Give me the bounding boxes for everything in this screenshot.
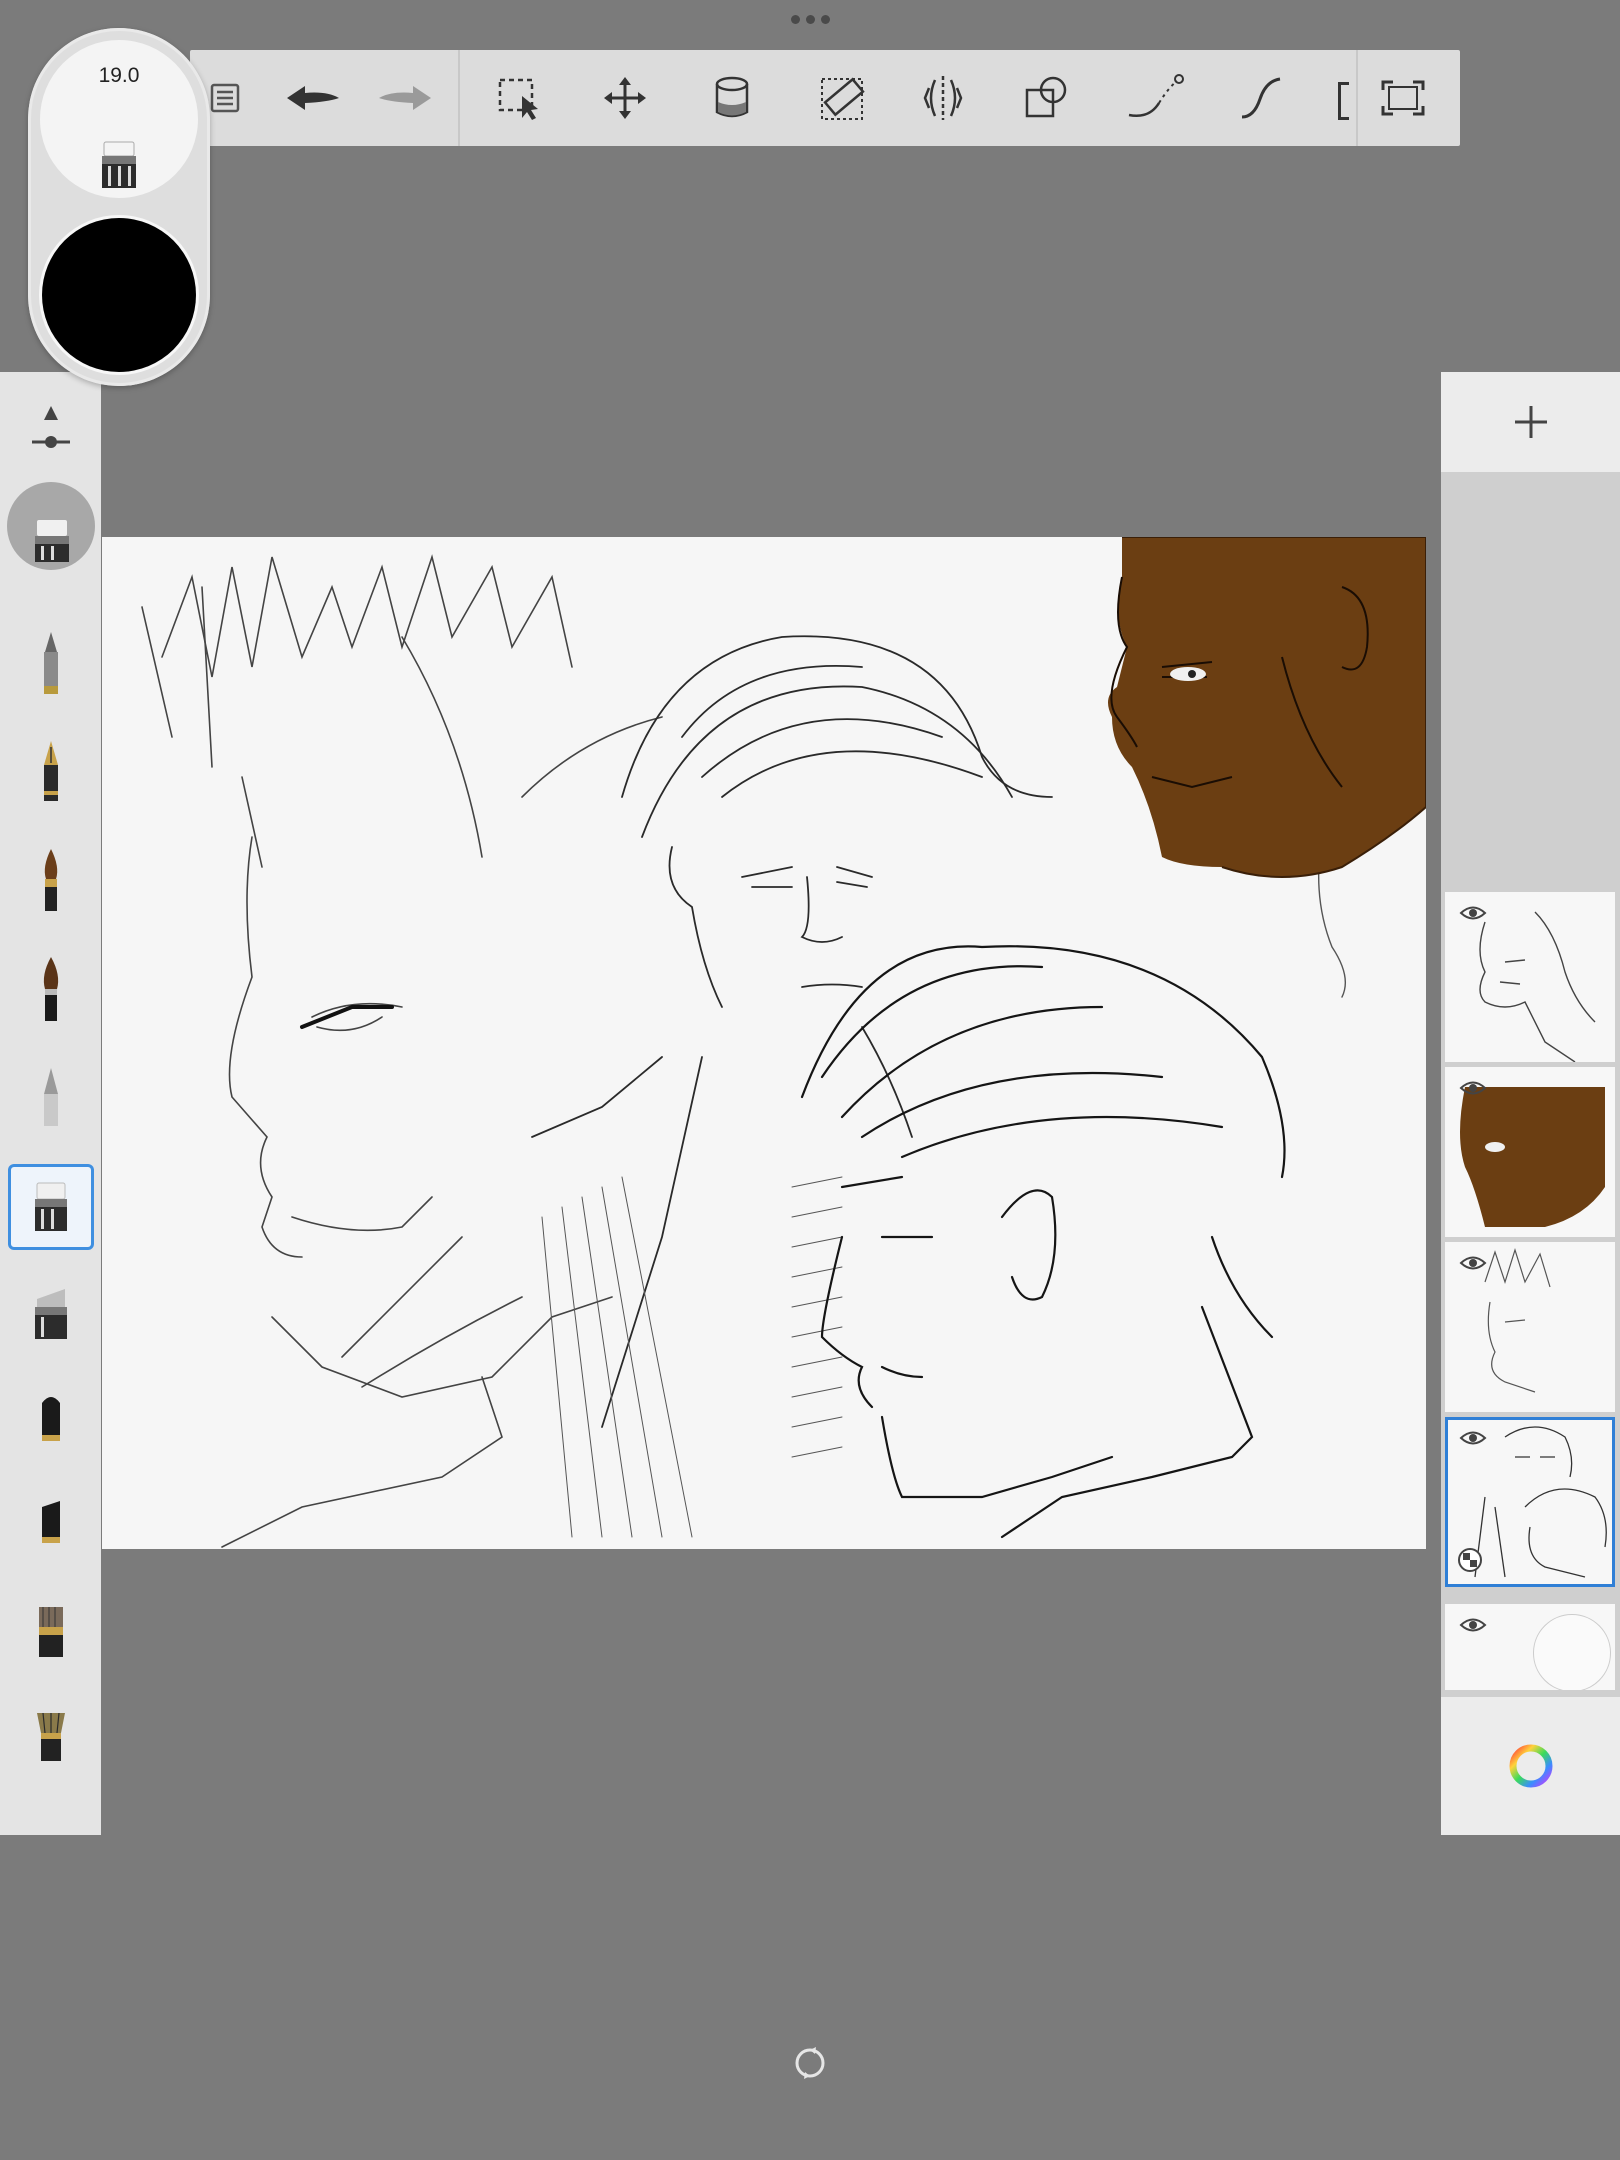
eye-icon[interactable]	[1459, 1616, 1487, 1639]
main-toolbar	[190, 50, 1460, 146]
brush-size-value: 19.0	[98, 64, 140, 87]
ruler-icon[interactable]	[808, 60, 878, 136]
transform-icon[interactable]	[590, 60, 660, 136]
marker-brush[interactable]	[8, 1272, 94, 1358]
steady-stroke-icon[interactable]	[1226, 60, 1296, 136]
flat-brush[interactable]	[8, 1590, 94, 1676]
fan-brush[interactable]	[8, 1694, 94, 1780]
chisel-marker-brush[interactable]	[8, 1484, 94, 1570]
fill-icon[interactable]	[697, 60, 767, 136]
top-drag-handle[interactable]	[785, 12, 835, 26]
curve-icon[interactable]	[1120, 60, 1190, 136]
eye-icon[interactable]	[1459, 1079, 1487, 1102]
airbrush-eraser-brush[interactable]	[8, 1164, 94, 1250]
layer-thumbnail-4[interactable]	[1445, 1417, 1615, 1587]
eraser-brush-icon	[90, 138, 148, 195]
eye-icon[interactable]	[1459, 904, 1487, 927]
brush-opacity-slider-icon[interactable]	[28, 402, 74, 457]
paint-brush[interactable]	[8, 837, 94, 923]
current-color-swatch[interactable]	[42, 218, 196, 372]
felt-pen-brush[interactable]	[8, 1378, 94, 1464]
eye-icon[interactable]	[1459, 1254, 1487, 1277]
brush-size-puck[interactable]: 19.0	[40, 40, 198, 198]
canvas-reset-icon[interactable]	[792, 2045, 828, 2081]
layer-thumbnail-2[interactable]	[1445, 1067, 1615, 1237]
brush-puck[interactable]: 19.0	[28, 28, 210, 386]
eye-icon[interactable]	[1459, 1429, 1487, 1452]
layer-thumbnail-background[interactable]	[1445, 1604, 1615, 1690]
layers-panel	[1441, 372, 1620, 1835]
current-brush-preview[interactable]	[7, 482, 95, 570]
plus-icon	[1514, 406, 1547, 438]
ballpoint-pen-brush[interactable]	[8, 622, 94, 708]
shape-icon[interactable]	[1012, 60, 1082, 136]
layer-thumbnail-1[interactable]	[1445, 892, 1615, 1062]
drawing-canvas[interactable]	[102, 537, 1426, 1549]
selection-icon[interactable]	[485, 60, 555, 136]
fountain-pen-brush[interactable]	[8, 729, 94, 815]
toolbar-separator	[458, 50, 460, 146]
ink-brush[interactable]	[8, 947, 94, 1033]
sketch-artwork	[141, 537, 1426, 1548]
layer-thumbnail-3[interactable]	[1445, 1242, 1615, 1412]
fullscreen-icon[interactable]	[1368, 60, 1438, 136]
background-color-swatch[interactable]	[1533, 1614, 1611, 1690]
color-picker-area	[1441, 1697, 1620, 1835]
undo-icon[interactable]	[278, 60, 348, 136]
transparency-lock-icon[interactable]	[1457, 1547, 1483, 1578]
color-wheel-icon[interactable]	[1507, 1742, 1555, 1790]
add-layer-button[interactable]	[1441, 372, 1620, 472]
more-tools-icon[interactable]	[1338, 82, 1349, 120]
brush-palette	[0, 372, 101, 1835]
redo-icon[interactable]	[370, 60, 440, 136]
pencil-brush[interactable]	[8, 1054, 94, 1140]
symmetry-icon[interactable]	[908, 60, 978, 136]
toolbar-separator	[1356, 50, 1358, 146]
